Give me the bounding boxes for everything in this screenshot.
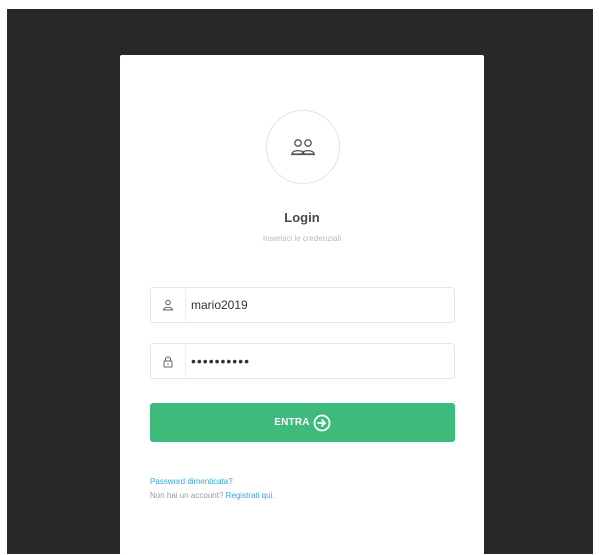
page-title: Login <box>284 210 320 225</box>
lock-icon <box>163 355 173 367</box>
page-subtitle: Inserisci le credenziali <box>262 234 342 243</box>
help-links: Password dimenticata? Non hai un account… <box>150 475 275 503</box>
users-icon <box>291 139 315 156</box>
avatar <box>266 110 340 184</box>
user-icon <box>162 299 174 311</box>
register-link[interactable]: Registrati qui. <box>226 491 275 500</box>
login-card: Login Inserisci le credenziali mario2019… <box>120 55 484 555</box>
username-field[interactable] <box>150 287 455 323</box>
login-submit-button[interactable]: ENTRA <box>150 403 455 442</box>
username-input[interactable] <box>191 288 446 322</box>
password-icon-cell <box>151 344 186 378</box>
password-field[interactable] <box>150 343 455 379</box>
login-submit-label: ENTRA <box>274 417 310 428</box>
forgot-password-link[interactable]: Password dimenticata? <box>150 477 233 486</box>
arrow-right-circle-icon <box>313 414 331 432</box>
password-input[interactable] <box>191 344 446 378</box>
no-account-text: Non hai un account? <box>150 491 224 500</box>
page-background: Login Inserisci le credenziali mario2019… <box>7 9 593 555</box>
username-icon-cell <box>151 288 186 322</box>
